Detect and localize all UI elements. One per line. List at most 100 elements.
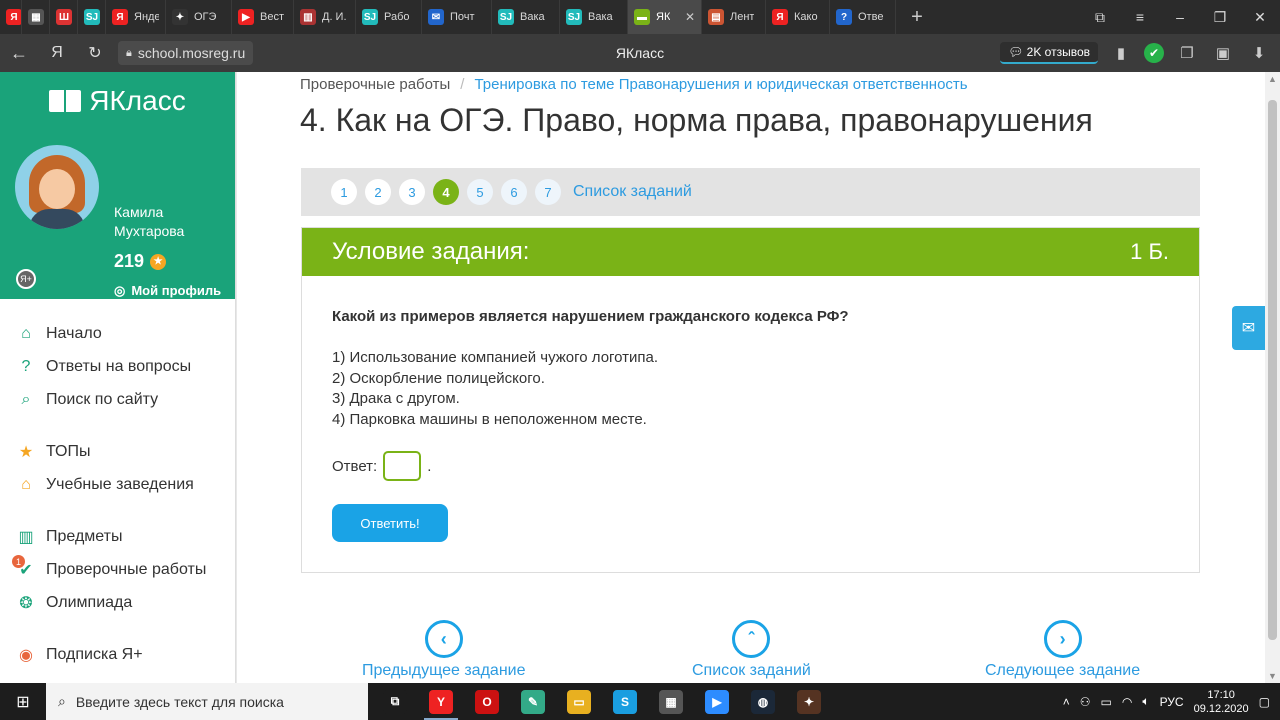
- taskbar-app-task-view[interactable]: ⧉: [372, 683, 418, 720]
- browser-tab[interactable]: ▦: [22, 0, 50, 34]
- browser-tab[interactable]: Я Како: [766, 0, 830, 34]
- scroll-down-arrow-icon[interactable]: ▼: [1265, 669, 1280, 683]
- taskbar-app-game[interactable]: ✦: [786, 683, 832, 720]
- sidebar-item[interactable]: ? Ответы на вопросы: [0, 350, 235, 383]
- task-number-button[interactable]: 4: [433, 179, 459, 205]
- sidebar-item[interactable]: ⌕ Поиск по сайту: [0, 383, 235, 416]
- points-value: 219: [114, 251, 145, 271]
- restore-tabs-icon[interactable]: ⧉: [1080, 0, 1120, 34]
- reload-button[interactable]: ↻: [76, 34, 114, 72]
- browser-tab[interactable]: SJ Рабо: [356, 0, 422, 34]
- skype-icon: S: [613, 689, 637, 714]
- answer-input[interactable]: [383, 451, 422, 481]
- browser-tab[interactable]: ? Отве: [830, 0, 896, 34]
- tray-chevron-icon[interactable]: ˄: [1063, 695, 1070, 709]
- sidebar-item-label: Ответы на вопросы: [46, 357, 192, 375]
- menu-spacer: [0, 416, 235, 435]
- taskbar-app-yandex-browser[interactable]: Y: [418, 683, 464, 720]
- language-indicator[interactable]: РУС: [1160, 695, 1184, 709]
- system-tray: ˄ ⚇ ▭ ◠ 🔈︎ РУС 17:10 09.12.2020 ▢: [1063, 683, 1280, 720]
- taskbar-app-explorer[interactable]: ▭: [556, 683, 602, 720]
- task-number-button[interactable]: 6: [501, 179, 527, 205]
- browser-tab[interactable]: ▥ Д. И.: [294, 0, 356, 34]
- task-number-button[interactable]: 3: [399, 179, 425, 205]
- taskbar-app-zoom[interactable]: ▶: [694, 683, 740, 720]
- notifications-icon[interactable]: ▢: [1259, 695, 1270, 709]
- protect-check-icon[interactable]: ✔: [1144, 43, 1164, 63]
- star-icon: ★: [150, 253, 167, 270]
- sidebar-item[interactable]: ⌂ Учебные заведения: [0, 468, 235, 501]
- tab-favicon-icon: ▤: [708, 9, 724, 25]
- task-number-button[interactable]: 1: [331, 179, 357, 205]
- medal-icon: ❂: [19, 594, 33, 612]
- extension-icon[interactable]: ▣: [1210, 40, 1236, 66]
- menu-icon[interactable]: ≡: [1120, 0, 1160, 34]
- site-logo[interactable]: ЯКласс: [0, 72, 235, 130]
- sidebar-item[interactable]: ✔ Проверочные работы 1: [0, 553, 235, 586]
- browser-tab[interactable]: ✉ Почт: [422, 0, 492, 34]
- browser-tab[interactable]: ✦ ОГЭ: [166, 0, 232, 34]
- browser-tab[interactable]: SJ: [78, 0, 106, 34]
- taskbar-app-opera[interactable]: O: [464, 683, 510, 720]
- display-icon[interactable]: ▭: [1101, 695, 1112, 709]
- tab-favicon-icon: SJ: [362, 9, 378, 25]
- task-list-link[interactable]: Список заданий: [573, 183, 692, 201]
- browser-tab[interactable]: Я: [0, 0, 22, 34]
- sidebar-item[interactable]: ▥ Предметы: [0, 520, 235, 553]
- page-scrollbar[interactable]: ▲ ▼: [1265, 72, 1280, 683]
- condition-title: Условие задания:: [332, 238, 530, 265]
- prev-task-link[interactable]: ‹ Предыдущее задание: [362, 620, 525, 680]
- taskbar-search[interactable]: ⌕ Введите здесь текст для поиска: [46, 683, 368, 720]
- user-name[interactable]: Камила Мухтарова: [114, 203, 224, 241]
- task-number-button[interactable]: 5: [467, 179, 493, 205]
- avatar[interactable]: [15, 145, 99, 229]
- maximize-button[interactable]: ❐: [1200, 0, 1240, 34]
- close-window-button[interactable]: ✕: [1240, 0, 1280, 34]
- url-field[interactable]: 🔒︎ school.mosreg.ru: [118, 41, 254, 65]
- close-tab-icon[interactable]: ✕: [685, 10, 695, 24]
- bookmark-icon[interactable]: ▮: [1108, 40, 1134, 66]
- reviews-button[interactable]: 💬︎ 2K отзывов: [1000, 42, 1098, 64]
- answer-row: Ответ: .: [332, 451, 431, 481]
- sidebar-item[interactable]: ⌂ Начало: [0, 317, 235, 350]
- taskbar-app-steam[interactable]: ◍: [740, 683, 786, 720]
- wifi-icon[interactable]: ◠: [1122, 695, 1132, 709]
- my-profile-link[interactable]: ◎ Мой профиль: [114, 282, 221, 300]
- breadcrumb-current[interactable]: Тренировка по теме Правонарушения и юрид…: [474, 76, 967, 93]
- browser-tab[interactable]: ▤ Лент: [702, 0, 766, 34]
- sidebar-item[interactable]: ❂ Олимпиада: [0, 586, 235, 619]
- people-icon[interactable]: ⚇: [1080, 695, 1091, 709]
- volume-icon[interactable]: 🔈︎: [1142, 694, 1149, 709]
- taskbar-app-skype[interactable]: S: [602, 683, 648, 720]
- task-number-button[interactable]: 2: [365, 179, 391, 205]
- browser-tab[interactable]: ▬ ЯК ✕: [628, 0, 702, 34]
- taskbar-app-paint[interactable]: ✎: [510, 683, 556, 720]
- user-profile-panel: Я+ Камила Мухтарова 219 ★ ◎ Мой профиль …: [0, 129, 235, 339]
- browser-tab[interactable]: Я Янде: [106, 0, 166, 34]
- next-task-link[interactable]: › Следующее задание: [985, 620, 1140, 680]
- feedback-mail-button[interactable]: ✉: [1232, 306, 1265, 350]
- sidebar-item-label: Учебные заведения: [46, 475, 194, 493]
- task-list-link[interactable]: ˆ Список заданий: [692, 620, 811, 680]
- new-tab-button[interactable]: +: [900, 0, 934, 34]
- window-controls: ⧉ ≡ – ❐ ✕: [1080, 0, 1280, 34]
- submit-answer-button[interactable]: Ответить!: [332, 504, 448, 542]
- browser-tab[interactable]: SJ Вака: [492, 0, 560, 34]
- browser-tab[interactable]: ▶ Вест: [232, 0, 294, 34]
- downloads-icon[interactable]: ⬇: [1246, 40, 1272, 66]
- browser-tab[interactable]: SJ Вака: [560, 0, 628, 34]
- taskbar-app-calculator[interactable]: ▦: [648, 683, 694, 720]
- minimize-button[interactable]: –: [1160, 0, 1200, 34]
- sidebar-item[interactable]: ★ ТОПы: [0, 435, 235, 468]
- scrollbar-thumb[interactable]: [1268, 100, 1277, 640]
- collections-icon[interactable]: ❐: [1174, 40, 1200, 66]
- yandex-home-icon[interactable]: Я: [38, 34, 76, 72]
- windows-start-icon[interactable]: ⊞: [0, 683, 46, 720]
- back-button[interactable]: ←: [0, 34, 38, 72]
- task-number-button[interactable]: 7: [535, 179, 561, 205]
- breadcrumb-root[interactable]: Проверочные работы: [300, 76, 450, 93]
- scroll-up-arrow-icon[interactable]: ▲: [1265, 72, 1280, 86]
- sidebar-item[interactable]: ◉ Подписка Я+: [0, 638, 235, 671]
- browser-tab[interactable]: Ш: [50, 0, 78, 34]
- clock[interactable]: 17:10 09.12.2020: [1194, 688, 1249, 716]
